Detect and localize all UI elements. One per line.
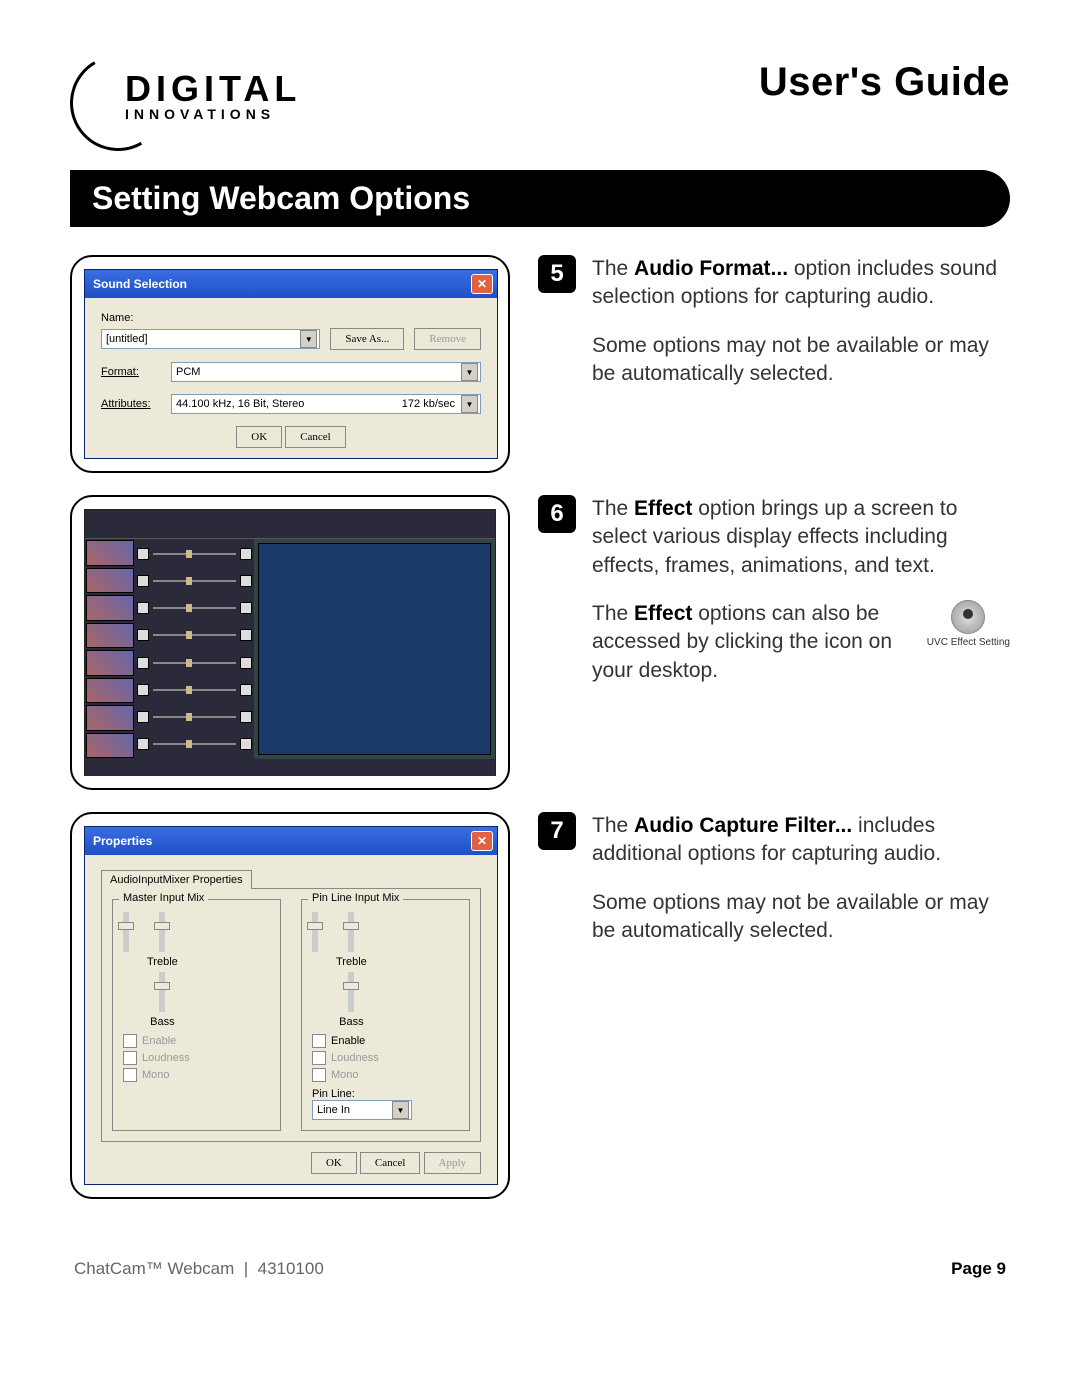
close-icon[interactable]: ✕: [471, 274, 493, 294]
pin-line-select[interactable]: Line In ▼: [312, 1100, 412, 1120]
chevron-down-icon: ▼: [461, 363, 478, 381]
apply-button: Apply: [424, 1152, 482, 1174]
step-number-7: 7: [538, 812, 576, 850]
ok-button[interactable]: OK: [236, 426, 282, 448]
effect-toolbar: [85, 510, 495, 539]
step-number-5: 5: [538, 255, 576, 293]
master-volume-slider[interactable]: [123, 912, 129, 952]
footer-page-num: 9: [997, 1259, 1006, 1278]
chevron-down-icon: ▼: [392, 1101, 409, 1119]
page-header: DIGITAL INNOVATIONS User's Guide: [70, 60, 1010, 140]
dialog-title: Properties: [93, 834, 152, 848]
pin-volume-slider[interactable]: [312, 912, 318, 952]
cancel-button[interactable]: Cancel: [360, 1152, 421, 1174]
enable-checkbox[interactable]: [312, 1034, 326, 1048]
page-footer: ChatCam™ Webcam | 4310100 Page 9: [70, 1259, 1010, 1279]
attributes-select[interactable]: 44.100 kHz, 16 Bit, Stereo 172 kb/sec ▼: [171, 394, 481, 414]
step-5-text: The Audio Format... option includes soun…: [592, 255, 1010, 408]
name-label: Name:: [101, 312, 133, 324]
close-icon[interactable]: ✕: [471, 831, 493, 851]
loudness-checkbox: [123, 1051, 137, 1065]
step-number-6: 6: [538, 495, 576, 533]
pin-line-label: Pin Line:: [312, 1088, 355, 1100]
master-treble-slider[interactable]: [159, 912, 165, 952]
enable-checkbox: [123, 1034, 137, 1048]
dialog-title: Sound Selection: [93, 277, 187, 291]
screenshot-sound-selection: Sound Selection ✕ Name: [untitled] ▼ Sav…: [70, 255, 510, 473]
brand-logo: DIGITAL INNOVATIONS: [70, 60, 340, 140]
dialog-titlebar: Sound Selection ✕: [85, 270, 497, 298]
format-select[interactable]: PCM ▼: [171, 362, 481, 382]
remove-button: Remove: [414, 328, 481, 350]
screenshot-effect: [70, 495, 510, 790]
ok-button[interactable]: OK: [311, 1152, 357, 1174]
section-heading: Setting Webcam Options: [70, 170, 1010, 227]
mono-checkbox: [123, 1068, 137, 1082]
dialog-titlebar: Properties ✕: [85, 827, 497, 855]
cancel-button[interactable]: Cancel: [285, 426, 346, 448]
tab-audio-input-mixer[interactable]: AudioInputMixer Properties: [101, 870, 252, 889]
footer-page-label: Page: [951, 1259, 992, 1278]
groupbox-pin-line-input: Pin Line Input Mix TrebleBass Enable Lou…: [301, 899, 470, 1131]
logo-sub-text: INNOVATIONS: [125, 106, 301, 122]
attributes-label: Attributes:: [101, 398, 161, 410]
screenshot-properties: Properties ✕ AudioInputMixer Properties …: [70, 812, 510, 1199]
effect-sliders: [135, 539, 254, 759]
logo-main-text: DIGITAL: [125, 68, 301, 110]
loudness-checkbox: [312, 1051, 326, 1065]
webcam-icon: [951, 600, 985, 634]
pin-treble-slider[interactable]: [348, 912, 354, 952]
effect-preview: [258, 543, 491, 755]
footer-product: ChatCam™ Webcam: [74, 1259, 234, 1278]
step-7-text: The Audio Capture Filter... includes add…: [592, 812, 1010, 965]
save-as-button[interactable]: Save As...: [330, 328, 404, 350]
step-6-text: The Effect option brings up a screen to …: [592, 495, 1010, 705]
mono-checkbox: [312, 1068, 326, 1082]
uvc-effect-icon: UVC Effect Setting: [927, 600, 1010, 650]
pin-bass-slider[interactable]: [348, 972, 354, 1012]
groupbox-master-input: Master Input Mix TrebleBass Enable Loudn…: [112, 899, 281, 1131]
name-select[interactable]: [untitled] ▼: [101, 329, 320, 349]
effect-thumbnails: [85, 539, 135, 759]
chevron-down-icon: ▼: [300, 330, 317, 348]
chevron-down-icon: ▼: [461, 395, 478, 413]
format-label: Format:: [101, 366, 161, 378]
guide-title: User's Guide: [759, 60, 1010, 105]
footer-model: 4310100: [258, 1259, 324, 1278]
master-bass-slider[interactable]: [159, 972, 165, 1012]
